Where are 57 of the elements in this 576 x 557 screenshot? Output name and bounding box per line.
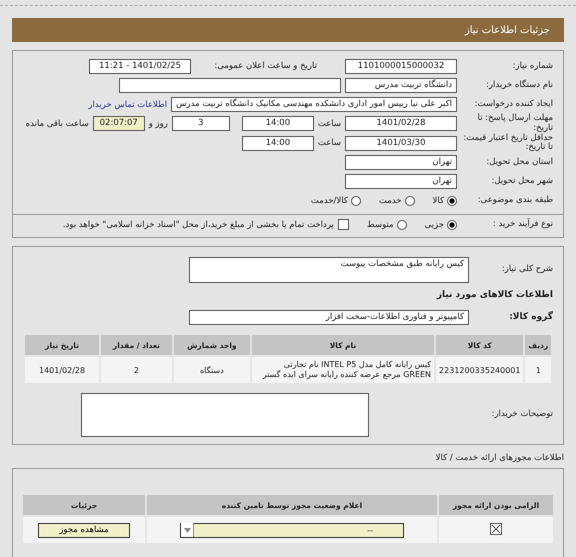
announce-date-field: 1401/02/25 - 11:21 (89, 59, 191, 74)
requester-field: اکبر علی نیا رییس امور اداری دانشکده مهندسی مکانیک دانشگاه تربیت مدرس (171, 97, 457, 112)
radio-label: خدمت (378, 196, 402, 206)
field-label: ساعت باقی مانده (26, 118, 89, 129)
goods-group-field: کامپیوتر و فناوری اطلاعات-سخت افزار (189, 310, 469, 326)
radio-button[interactable] (396, 220, 407, 230)
field-label: توضیحات خریدار: (490, 410, 553, 420)
table-cell: 1 (524, 356, 552, 384)
table-cell: دستگاه (172, 356, 251, 384)
table-cell: کیس رایانه کامل مدل INTEL P5 نام تجارتی GREEN مرجع عرضه کننده رایانه سرای ایده گستر (250, 356, 436, 384)
field-label: روز و (148, 118, 168, 129)
contact-link[interactable]: اطلاعات تماس خریدار (88, 100, 168, 110)
table-cell: 2 (100, 356, 173, 384)
section-heading: اطلاعات مجوزهای ارائه خدمت / کالا (434, 453, 564, 464)
section-header: جزئیات اطلاعات نیاز (12, 18, 564, 42)
time-field: 14:00 (242, 116, 314, 132)
field-label: ساعت (318, 138, 341, 148)
checkbox[interactable] (490, 523, 502, 536)
radio-button[interactable] (447, 220, 457, 230)
date-field: 1401/02/28 (345, 116, 457, 132)
field-label: شهر محل تحویل: (490, 176, 553, 186)
description-field: کیس رایانه طبق مشخصات پیوست (189, 257, 469, 284)
city-field: تهران (345, 174, 457, 190)
table-cell: 2231200335240001 (435, 356, 524, 384)
countdown-field: 02:07:07 (92, 116, 145, 132)
table-cell: 1401/02/28 (24, 356, 100, 384)
radio-button[interactable] (350, 196, 361, 206)
status-dropdown[interactable]: -- (180, 522, 404, 538)
checkbox[interactable] (338, 219, 349, 230)
radio-label: کالا/خدمت (310, 196, 348, 206)
field-label: مهلت ارسال پاسخ: تا تاریخ: (476, 114, 553, 134)
field-label: نوع فرآیند خرید : (492, 220, 553, 230)
checkbox-label: پرداخت تمام یا بخشی از مبلغ خرید،از محل "اسناد خزانه اسلامی" خواهد بود. (62, 220, 334, 230)
field-label: شماره نیاز: (512, 62, 553, 72)
field-label: گروه کالا: (508, 312, 553, 323)
radio-button[interactable] (447, 196, 457, 206)
date-field: 1401/03/30 (345, 136, 457, 151)
radio-label: کالا (432, 196, 444, 206)
field-label: حداقل تاریخ اعتبار قیمت: تا تاریخ: (462, 134, 553, 154)
time-field: 14:00 (242, 136, 314, 151)
radio-label: جزیی (424, 220, 444, 230)
radio-label: متوسط (366, 220, 394, 230)
field-label: طبقه بندی موضوعی: (476, 196, 553, 206)
field-label: ساعت (318, 118, 341, 129)
section-heading: اطلاعات کالاهای مورد نیاز (436, 290, 553, 300)
field-label: شرح کلی نیاز: (500, 265, 553, 275)
view-permit-button[interactable]: مشاهده مجوز (38, 522, 130, 538)
field-label: ایجاد کننده درخواست: (474, 100, 553, 110)
field-label: نام دستگاه خریدار: (485, 80, 553, 90)
need-number-field: 1101000015000032 (345, 59, 457, 74)
field-label: استان محل تحویل: (485, 158, 553, 168)
caret-icon (184, 528, 190, 533)
province-field: تهران (345, 155, 457, 170)
buyer-org-field: دانشگاه تربیت مدرس (345, 78, 457, 93)
field-label: تاریخ و ساعت اعلان عمومی: (213, 62, 317, 72)
days-field: 3 (172, 116, 230, 132)
radio-button[interactable] (404, 196, 415, 206)
